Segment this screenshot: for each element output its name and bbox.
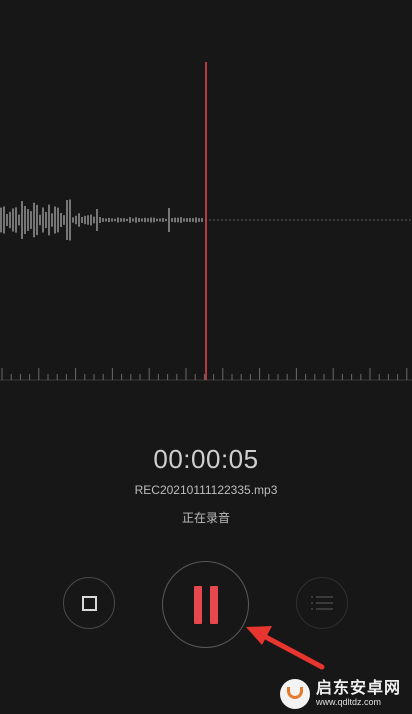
stop-square-icon [81, 595, 97, 611]
watermark-logo-icon [280, 679, 310, 709]
pause-button[interactable] [162, 561, 249, 648]
list-icon [311, 596, 333, 610]
elapsed-time: 00:00:05 [153, 444, 259, 474]
site-watermark: 启东安卓网 www.qdltdz.com [280, 676, 410, 712]
stop-button[interactable] [63, 577, 115, 629]
watermark-url: www.qdltdz.com [316, 696, 382, 707]
pause-icon [193, 585, 202, 624]
waveform-bars [0, 199, 203, 241]
recording-filename: REC20210111122335.mp3 [134, 483, 278, 497]
waveform-display [0, 62, 412, 381]
recordings-list-button[interactable] [296, 577, 348, 629]
pause-icon-bar [209, 585, 218, 624]
recorder-screen: 00:00:05 REC20210111122335.mp3 正在录音 启东安卓… [0, 0, 412, 714]
watermark-title: 启东安卓网 [316, 680, 402, 698]
recording-status: 正在录音 [181, 511, 230, 525]
